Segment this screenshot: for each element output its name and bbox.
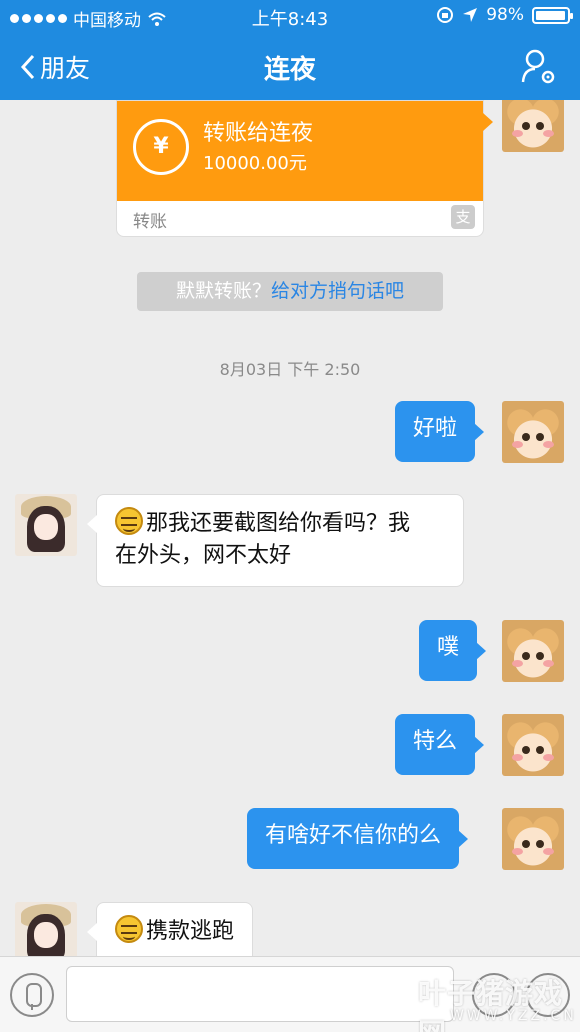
status-bar: 中国移动 上午8:43 98% (0, 0, 580, 34)
avatar-self[interactable] (502, 620, 564, 682)
avatar-self[interactable] (502, 100, 564, 152)
profile-settings-icon[interactable] (520, 48, 558, 86)
avatar-self[interactable] (502, 401, 564, 463)
avatar-friend[interactable] (15, 902, 77, 956)
transfer-card[interactable]: ¥ 转账给连夜 10000.00元 转账 支 (116, 100, 493, 237)
message-text: 好啦 (413, 416, 458, 441)
page-title: 连夜 (263, 55, 316, 85)
smirk-emoji-icon (115, 915, 143, 943)
transfer-icon: ¥ (133, 119, 189, 175)
transfer-tip: 默默转账？给对方捎句话吧 (137, 272, 443, 311)
message-bubble[interactable]: 携款逃跑 (86, 902, 254, 956)
tip-prefix: 默默转账？ (175, 280, 271, 302)
battery-percent: 98% (486, 5, 524, 25)
message-text-line2: 在外头，网不太好 (115, 543, 292, 568)
transfer-amount: 10000.00元 (203, 153, 307, 174)
message-bubble[interactable]: 好啦 (395, 401, 485, 462)
avatar-friend[interactable] (15, 494, 77, 556)
location-icon (463, 8, 478, 22)
smirk-emoji-icon (115, 507, 143, 535)
message-text: 噗 (437, 635, 460, 660)
transfer-footer: 转账 (133, 212, 167, 232)
timestamp: 8月03日 下午 2:50 (219, 360, 361, 379)
message-text: 有啥好不信你的么 (265, 823, 442, 848)
transfer-card-header: ¥ 转账给连夜 10000.00元 (117, 101, 493, 201)
message-bubble[interactable]: 那我还要截图给你看吗？我 在外头，网不太好 (87, 494, 464, 587)
avatar-self[interactable] (502, 808, 564, 870)
watermark-url: WWW.YZZ.CN (450, 1008, 577, 1024)
orientation-lock-icon (437, 7, 454, 23)
alipay-icon: 支 (451, 205, 475, 229)
message-bubble[interactable]: 噗 (419, 620, 487, 681)
nav-bar: 朋友 连夜 (0, 34, 580, 100)
message-bubble[interactable]: 特么 (395, 714, 485, 775)
message-text: 特么 (413, 729, 458, 754)
message-text: 那我还要截图给你看吗？我 (146, 511, 411, 536)
battery-icon (532, 6, 573, 24)
transfer-title: 转账给连夜 (203, 121, 314, 146)
chat-area[interactable]: ¥ 转账给连夜 10000.00元 转账 支 默默转账？给对方捎句话吧 8月03… (0, 100, 580, 956)
microphone-icon[interactable] (10, 973, 54, 1017)
message-bubble[interactable]: 有啥好不信你的么 (247, 808, 469, 869)
avatar-self[interactable] (502, 714, 564, 776)
message-input[interactable] (66, 966, 454, 1022)
status-right: 98% (436, 5, 573, 25)
message-text: 携款逃跑 (146, 919, 235, 944)
tip-link[interactable]: 给对方捎句话吧 (271, 280, 404, 302)
